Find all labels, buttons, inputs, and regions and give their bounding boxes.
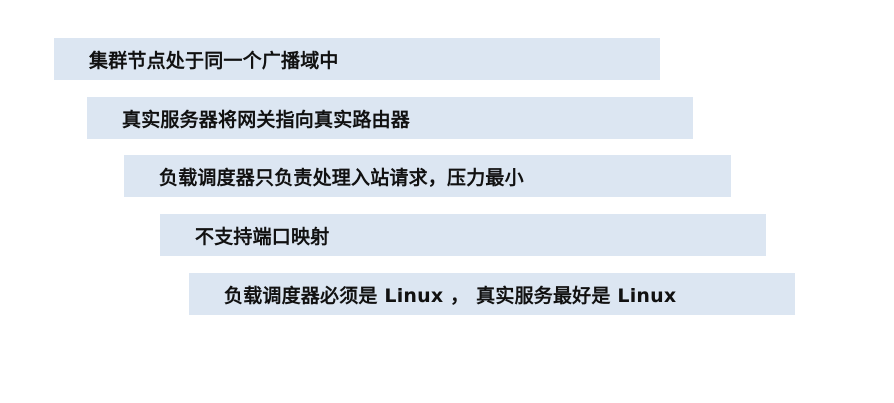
feature-bar-linux-requirement: 负载调度器必须是 Linux ， 真实服务最好是 Linux: [189, 273, 795, 315]
feature-bar-label: 负载调度器必须是 Linux ， 真实服务最好是 Linux: [224, 284, 677, 307]
feature-bar-label: 不支持端口映射: [195, 225, 330, 248]
feature-bar-gateway-router: 真实服务器将网关指向真实路由器: [87, 97, 693, 139]
feature-bar-broadcast-domain: 集群节点处于同一个广播域中: [54, 38, 660, 80]
feature-bar-label: 真实服务器将网关指向真实路由器: [122, 108, 411, 131]
feature-bar-no-port-mapping: 不支持端口映射: [160, 214, 766, 256]
feature-bar-inbound-only: 负载调度器只负责处理入站请求，压力最小: [124, 155, 731, 197]
feature-bar-label: 集群节点处于同一个广播域中: [89, 49, 339, 72]
feature-bar-label: 负载调度器只负责处理入站请求，压力最小: [159, 166, 524, 189]
